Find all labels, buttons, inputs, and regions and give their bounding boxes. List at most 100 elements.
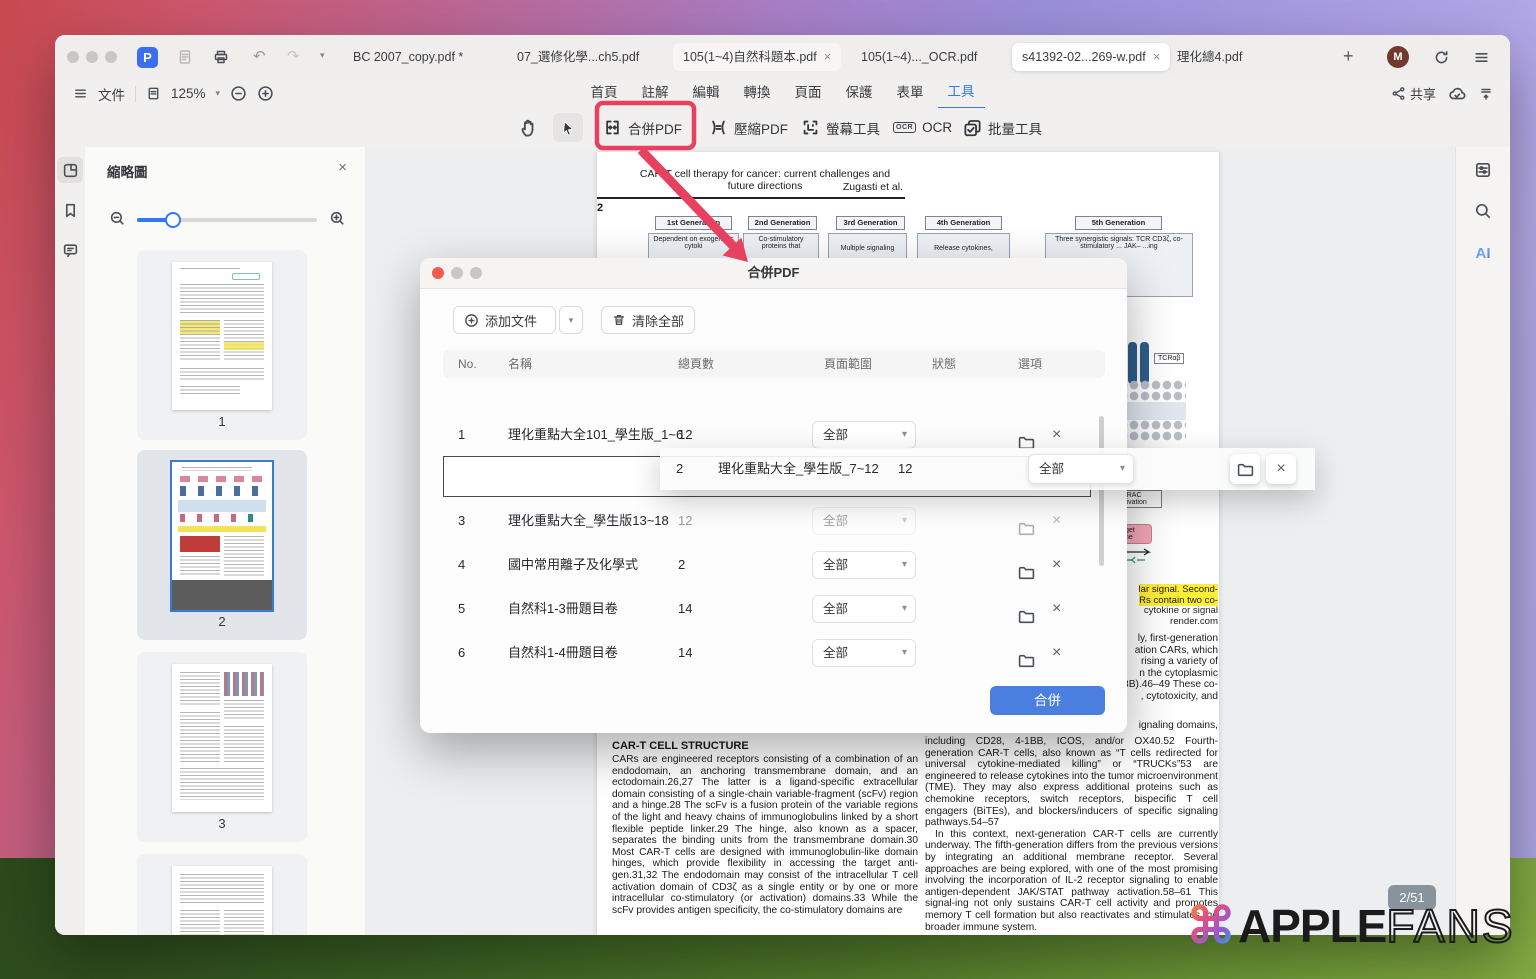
cloud-sync-icon[interactable] xyxy=(1448,85,1466,103)
dialog-zoom-button[interactable] xyxy=(470,267,482,279)
page-range-dropdown[interactable]: 全部▾ xyxy=(812,507,916,535)
thumbnail-page-2-selected[interactable]: 2 xyxy=(137,450,307,640)
col-range: 頁面範圍 xyxy=(824,350,872,378)
select-tool-button[interactable] xyxy=(553,113,583,142)
user-avatar[interactable]: M xyxy=(1387,46,1409,68)
caret-down-icon: ▾ xyxy=(902,596,907,622)
right-icon-rail: AI xyxy=(1455,147,1510,935)
table-scrollbar[interactable] xyxy=(1099,416,1104,566)
add-files-caret-button[interactable]: ▾ xyxy=(559,306,583,334)
tab-lihua-zong4[interactable]: 理化總4.pdf xyxy=(1167,43,1252,71)
undo-icon[interactable]: ↶ xyxy=(253,47,266,65)
thumbnails-panel-button[interactable] xyxy=(57,157,83,183)
window-close-button[interactable] xyxy=(67,51,79,63)
history-caret-icon[interactable]: ▾ xyxy=(320,50,325,61)
menu-annotate[interactable]: 註解 xyxy=(632,79,679,108)
tab-105-ocr[interactable]: 105(1~4)..._OCR.pdf xyxy=(851,43,987,71)
hand-tool-button[interactable] xyxy=(519,113,539,142)
tab-s41392-active[interactable]: s41392-02...269-w.pdf× xyxy=(1012,43,1170,71)
batch-tools-button[interactable]: 批量工具 xyxy=(963,113,1042,142)
slider-knob[interactable] xyxy=(165,212,181,228)
merge-pdf-icon xyxy=(603,118,622,137)
remove-file-icon[interactable]: × xyxy=(1052,544,1061,586)
menu-home[interactable]: 首頁 xyxy=(581,79,628,108)
window-menu-icon[interactable] xyxy=(1473,49,1490,71)
menu-page[interactable]: 頁面 xyxy=(785,79,832,108)
remove-file-icon[interactable]: × xyxy=(1266,454,1296,484)
dialog-minimize-button[interactable] xyxy=(451,267,463,279)
merge-row-6[interactable]: 6 自然科1-4冊題目卷 14 全部▾ × xyxy=(443,632,1105,670)
tab-07-ch5[interactable]: 07_選修化學...ch5.pdf xyxy=(507,43,649,71)
figure-generation-1-label: 1st Generation xyxy=(655,216,732,230)
watermark-fans-text: FANS xyxy=(1386,899,1514,953)
thumbnail-page-number: 1 xyxy=(137,414,307,429)
redo-icon[interactable]: ↷ xyxy=(287,47,300,65)
remove-file-icon[interactable]: × xyxy=(1052,500,1061,542)
tab-close-icon[interactable]: × xyxy=(824,49,832,64)
reveal-file-icon[interactable] xyxy=(1018,644,1035,670)
menu-edit[interactable]: 編輯 xyxy=(683,79,730,108)
app-logo-icon: P xyxy=(137,47,158,68)
screen-tools-button[interactable]: 螢幕工具 xyxy=(801,113,880,142)
tab-close-icon[interactable]: × xyxy=(1153,49,1161,64)
ocr-button[interactable]: OCR OCR xyxy=(893,113,952,142)
print-icon[interactable] xyxy=(213,49,229,70)
thumbnail-page-3[interactable]: 3 xyxy=(137,652,307,842)
page-range-dropdown[interactable]: 全部▾ xyxy=(812,595,916,623)
section-heading: CAR-T CELL STRUCTURE xyxy=(612,740,749,752)
thumb-zoom-in-icon[interactable] xyxy=(329,210,346,227)
panel-close-icon[interactable]: × xyxy=(338,159,347,176)
window-minimize-button[interactable] xyxy=(86,51,98,63)
ai-panel-button[interactable]: AI xyxy=(1470,240,1496,266)
tab-bc-2007-copy[interactable]: BC 2007_copy.pdf * xyxy=(343,43,473,71)
figure-generation-3-label: 3rd Generation xyxy=(836,216,905,230)
compress-pdf-button[interactable]: 壓縮PDF xyxy=(709,113,788,142)
thumb-zoom-out-icon[interactable] xyxy=(109,210,126,227)
caret-down-icon: ▾ xyxy=(902,422,907,448)
add-files-button[interactable]: 添加文件 xyxy=(453,306,556,334)
dialog-titlebar[interactable]: 合併PDF xyxy=(420,258,1127,289)
menu-tools[interactable]: 工具 xyxy=(938,78,985,109)
page-range-dropdown[interactable]: 全部▾ xyxy=(812,639,916,667)
ai-icon: AI xyxy=(1476,245,1491,262)
thumbnail-page-number: 2 xyxy=(137,614,307,629)
merge-pdf-button[interactable]: 合併PDF xyxy=(603,113,682,142)
caret-down-icon: ▾ xyxy=(902,640,907,666)
bookmark-icon xyxy=(62,202,79,219)
menu-form[interactable]: 表單 xyxy=(887,79,934,108)
merge-row-4[interactable]: 4 國中常用離子及化學式 2 全部▾ × xyxy=(443,544,1105,586)
search-panel-button[interactable] xyxy=(1470,198,1496,224)
thumbnail-page-1[interactable]: 1 xyxy=(137,250,307,440)
new-tab-icon[interactable]: + xyxy=(1343,46,1354,67)
collapse-toolbar-icon[interactable] xyxy=(1478,86,1494,102)
properties-panel-button[interactable] xyxy=(1470,157,1496,183)
window-zoom-button[interactable] xyxy=(105,51,117,63)
tab-105-question-book[interactable]: 105(1~4)自然科題本.pdf× xyxy=(673,43,841,71)
remove-file-icon[interactable]: × xyxy=(1052,632,1061,670)
clear-all-button[interactable]: 清除全部 xyxy=(601,306,695,334)
thumbnail-size-slider[interactable] xyxy=(137,218,317,222)
dragged-merge-row-2[interactable]: 2 理化重點大全_學生版_7~12 12 全部 ▾ × xyxy=(660,448,1315,490)
merge-row-3[interactable]: 3 理化重點大全_學生版13~18 12 全部▾ × xyxy=(443,500,1105,542)
dialog-close-button[interactable] xyxy=(432,267,444,279)
applefans-watermark: ⌘ APPLE FANS xyxy=(1186,897,1515,955)
col-name: 名稱 xyxy=(508,350,532,378)
merge-confirm-button[interactable]: 合併 xyxy=(990,686,1105,715)
bookmarks-panel-button[interactable] xyxy=(57,197,83,223)
page-range-dropdown[interactable]: 全部 ▾ xyxy=(1028,454,1134,484)
menu-convert[interactable]: 轉換 xyxy=(734,79,781,108)
share-button[interactable]: 共享 xyxy=(1391,84,1436,103)
page-range-dropdown[interactable]: 全部▾ xyxy=(812,421,916,449)
document-icon[interactable] xyxy=(177,49,193,70)
page-range-dropdown[interactable]: 全部▾ xyxy=(812,551,916,579)
comments-panel-button[interactable] xyxy=(57,237,83,263)
tools-toolbar: 合併PDF 壓縮PDF 螢幕工具 OCR OCR 批量工具 xyxy=(55,108,1510,148)
merge-row-5[interactable]: 5 自然科1-3冊題目卷 14 全部▾ × xyxy=(443,588,1105,630)
hand-icon xyxy=(519,118,539,138)
thumbnail-page-4[interactable]: 4 xyxy=(137,854,307,935)
menu-protect[interactable]: 保護 xyxy=(836,79,883,108)
reveal-file-icon[interactable] xyxy=(1230,454,1260,484)
figure-car-receptor-shape xyxy=(1140,342,1149,384)
sync-icon[interactable] xyxy=(1433,49,1450,71)
remove-file-icon[interactable]: × xyxy=(1052,588,1061,630)
